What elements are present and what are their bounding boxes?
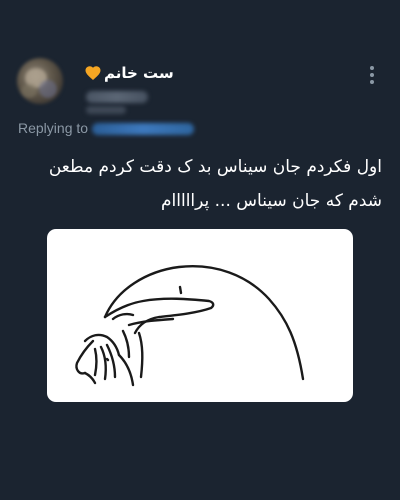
tweet-text-line: شدم که جان سیناس ... پرااااام — [161, 191, 382, 211]
tweet-text-line: اول فکردم جان سیناس بد ک دقت کردم مطعن — [48, 157, 382, 177]
author-handle-redacted — [86, 91, 148, 103]
more-vertical-icon[interactable] — [362, 64, 382, 86]
avatar[interactable] — [17, 58, 63, 104]
tweet-timestamp-redacted — [86, 106, 126, 114]
more-dot — [370, 66, 374, 70]
doodle-flork-meme-image — [75, 265, 305, 387]
replying-to-label: Replying to — [18, 120, 89, 136]
tweet-text: اول فکردم جان سیناس بد ک دقت کردم مطعن ش… — [18, 150, 382, 218]
orange-heart-icon — [85, 66, 101, 81]
replying-to-handle-redacted[interactable] — [92, 123, 194, 135]
tweet-media-image[interactable] — [47, 229, 353, 402]
more-dot — [370, 73, 374, 77]
author-display-name[interactable]: ست خانم — [104, 62, 174, 84]
more-dot — [370, 80, 374, 84]
